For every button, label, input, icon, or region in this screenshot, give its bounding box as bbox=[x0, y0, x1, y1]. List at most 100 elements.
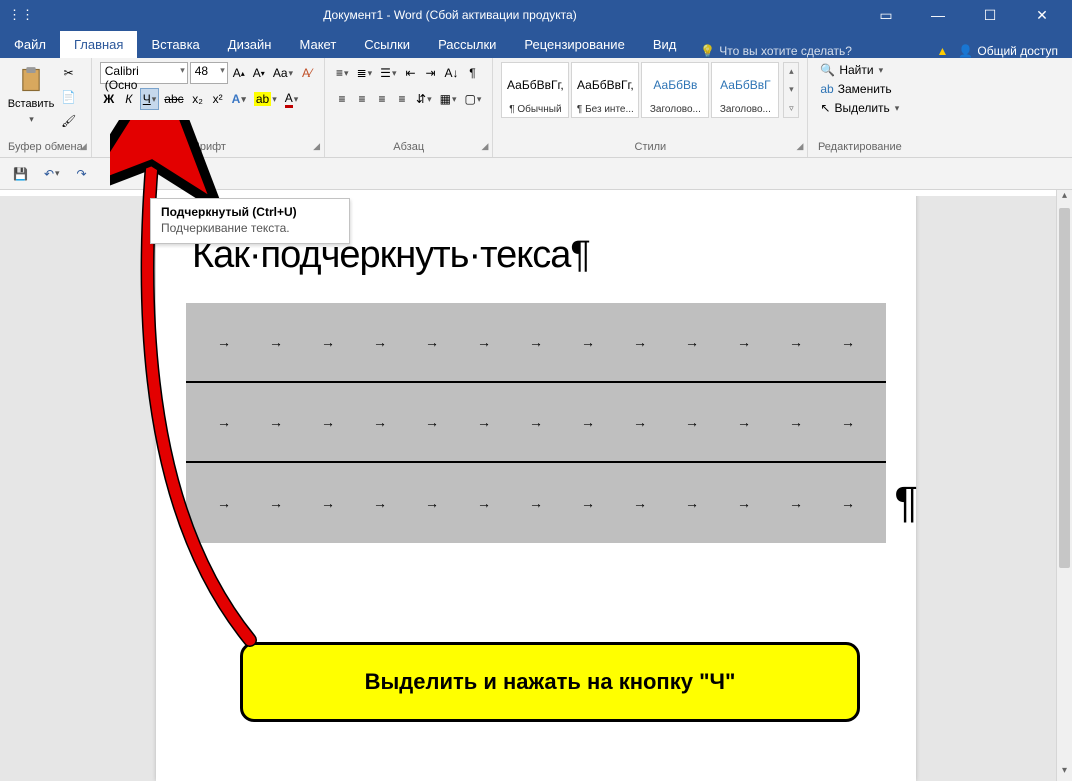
style-heading1[interactable]: АаБбВвЗаголово... bbox=[641, 62, 709, 118]
instruction-callout: Выделить и нажать на кнопку "Ч" bbox=[240, 642, 860, 722]
vertical-scrollbar[interactable]: ▴ ▾ bbox=[1056, 190, 1072, 781]
group-label: Редактирование bbox=[816, 139, 903, 155]
decrease-indent-button[interactable]: ⇤ bbox=[401, 62, 419, 84]
ribbon-options-icon[interactable]: ▭ bbox=[866, 7, 906, 24]
share-icon: 👤 bbox=[958, 44, 973, 58]
change-case-button[interactable]: Aa▾ bbox=[270, 62, 296, 84]
paste-button[interactable]: Вставить ▾ bbox=[8, 62, 54, 128]
grow-font-button[interactable]: A▴ bbox=[230, 62, 248, 84]
maximize-button[interactable]: ☐ bbox=[970, 7, 1010, 24]
line-spacing-button[interactable]: ⇵▾ bbox=[413, 88, 435, 110]
tab-home[interactable]: Главная bbox=[60, 31, 137, 58]
font-color-button[interactable]: A▾ bbox=[282, 88, 302, 110]
tab-view[interactable]: Вид bbox=[639, 31, 691, 58]
align-center-button[interactable]: ≡ bbox=[353, 88, 371, 110]
table-row[interactable]: →→→→→→→→→→→→→ bbox=[186, 303, 886, 383]
app-menu-icon[interactable]: ⋮⋮ bbox=[8, 7, 34, 23]
clear-formatting-button[interactable]: A⁄ bbox=[298, 62, 316, 84]
tell-me-search[interactable]: 💡 Что вы хотите сделать? bbox=[700, 44, 852, 58]
borders-button[interactable]: ▢▾ bbox=[462, 88, 485, 110]
window-title: Документ1 - Word (Сбой активации продукт… bbox=[34, 8, 866, 22]
group-paragraph: ≡▾ ≣▾ ☰▾ ⇤ ⇥ A↓ ¶ ≡ ≡ ≡ ≡ ⇵▾ ▦▾ ▢▾ Абзац… bbox=[325, 58, 493, 157]
gallery-up-icon[interactable]: ▴ bbox=[789, 66, 794, 77]
table-row[interactable]: →→→→→→→→→→→→→ bbox=[186, 383, 886, 463]
replace-icon: ab bbox=[820, 82, 833, 96]
tab-insert[interactable]: Вставка bbox=[137, 31, 213, 58]
warning-icon[interactable]: ▲ bbox=[937, 44, 949, 58]
tab-mailings[interactable]: Рассылки bbox=[424, 31, 510, 58]
strikethrough-button[interactable]: abc bbox=[161, 88, 186, 110]
style-heading2[interactable]: АаБбВвГЗаголово... bbox=[711, 62, 779, 118]
underline-tooltip: Подчеркнутый (Ctrl+U) Подчеркивание текс… bbox=[150, 198, 350, 244]
subscript-button[interactable]: x₂ bbox=[189, 88, 207, 110]
highlight-button[interactable]: ab▾ bbox=[251, 88, 280, 110]
font-size-combo[interactable]: 48 bbox=[190, 62, 228, 84]
pilcrow-mark: ¶ bbox=[894, 478, 918, 528]
ribbon: Вставить ▾ ✂ 📄 🖌 Буфер обмена◢ Calibri (… bbox=[0, 58, 1072, 158]
scroll-up-icon[interactable]: ▴ bbox=[1057, 190, 1072, 206]
title-bar: ⋮⋮ Документ1 - Word (Сбой активации прод… bbox=[0, 0, 1072, 30]
group-label: Абзац◢ bbox=[333, 139, 484, 155]
group-label: Стили◢ bbox=[501, 139, 799, 155]
gallery-down-icon[interactable]: ▾ bbox=[789, 84, 794, 95]
styles-gallery[interactable]: АаБбВвГг,¶ Обычный АаБбВвГг,¶ Без инте..… bbox=[501, 62, 779, 118]
underline-button[interactable]: Ч▾ bbox=[140, 88, 160, 110]
ribbon-tabs: Файл Главная Вставка Дизайн Макет Ссылки… bbox=[0, 30, 1072, 58]
group-font: Calibri (Осно 48 A▴ A▾ Aa▾ A⁄ Ж К Ч▾ abc… bbox=[92, 58, 325, 157]
undo-button[interactable]: ↶▾ bbox=[41, 163, 63, 185]
chevron-down-icon: ▾ bbox=[29, 114, 34, 125]
selected-table[interactable]: →→→→→→→→→→→→→ →→→→→→→→→→→→→ →→→→→→→→→→→→… bbox=[186, 303, 886, 543]
scroll-down-icon[interactable]: ▾ bbox=[1057, 765, 1072, 781]
copy-button[interactable]: 📄 bbox=[58, 86, 79, 108]
tooltip-title: Подчеркнутый (Ctrl+U) bbox=[161, 205, 339, 219]
close-button[interactable]: ✕ bbox=[1022, 7, 1062, 24]
search-icon: 🔍 bbox=[820, 63, 835, 77]
tab-design[interactable]: Дизайн bbox=[214, 31, 286, 58]
table-row[interactable]: →→→→→→→→→→→→→ ¶ bbox=[186, 463, 886, 543]
style-normal[interactable]: АаБбВвГг,¶ Обычный bbox=[501, 62, 569, 118]
redo-button[interactable]: ↷ bbox=[73, 163, 91, 185]
sort-button[interactable]: A↓ bbox=[441, 62, 461, 84]
justify-button[interactable]: ≡ bbox=[393, 88, 411, 110]
cut-button[interactable]: ✂ bbox=[58, 62, 79, 84]
minimize-button[interactable]: — bbox=[918, 7, 958, 23]
dialog-launcher-icon[interactable]: ◢ bbox=[796, 141, 803, 152]
dialog-launcher-icon[interactable]: ◢ bbox=[481, 141, 488, 152]
increase-indent-button[interactable]: ⇥ bbox=[421, 62, 439, 84]
superscript-button[interactable]: x² bbox=[209, 88, 227, 110]
select-button[interactable]: ↖Выделить▾ bbox=[816, 100, 903, 116]
tab-review[interactable]: Рецензирование bbox=[510, 31, 638, 58]
find-button[interactable]: 🔍Найти▾ bbox=[816, 62, 903, 78]
tab-file[interactable]: Файл bbox=[0, 31, 60, 58]
dialog-launcher-icon[interactable]: ◢ bbox=[313, 141, 320, 152]
quick-access-toolbar: 💾 ↶▾ ↷ bbox=[0, 158, 1072, 190]
style-no-spacing[interactable]: АаБбВвГг,¶ Без инте... bbox=[571, 62, 639, 118]
save-button[interactable]: 💾 bbox=[10, 163, 31, 185]
tooltip-body: Подчеркивание текста. bbox=[161, 221, 339, 235]
group-label: Шрифт◢ bbox=[100, 139, 316, 155]
group-styles: АаБбВвГг,¶ Обычный АаБбВвГг,¶ Без инте..… bbox=[493, 58, 808, 157]
shrink-font-button[interactable]: A▾ bbox=[250, 62, 268, 84]
share-button[interactable]: 👤 Общий доступ bbox=[958, 44, 1058, 58]
lightbulb-icon: 💡 bbox=[700, 44, 715, 58]
group-clipboard: Вставить ▾ ✂ 📄 🖌 Буфер обмена◢ bbox=[0, 58, 92, 157]
group-editing: 🔍Найти▾ abЗаменить ↖Выделить▾ Редактиров… bbox=[808, 58, 911, 157]
shading-button[interactable]: ▦▾ bbox=[437, 88, 460, 110]
tab-references[interactable]: Ссылки bbox=[350, 31, 424, 58]
tab-layout[interactable]: Макет bbox=[285, 31, 350, 58]
replace-button[interactable]: abЗаменить bbox=[816, 81, 903, 97]
align-right-button[interactable]: ≡ bbox=[373, 88, 391, 110]
multilevel-button[interactable]: ☰▾ bbox=[377, 62, 399, 84]
gallery-more-icon[interactable]: ▿ bbox=[789, 103, 794, 114]
group-label: Буфер обмена◢ bbox=[8, 139, 83, 155]
numbering-button[interactable]: ≣▾ bbox=[354, 62, 376, 84]
scroll-thumb[interactable] bbox=[1059, 208, 1070, 568]
dialog-launcher-icon[interactable]: ◢ bbox=[80, 141, 87, 152]
bullets-button[interactable]: ≡▾ bbox=[333, 62, 352, 84]
text-effects-button[interactable]: A▾ bbox=[229, 88, 249, 110]
format-painter-button[interactable]: 🖌 bbox=[58, 110, 79, 132]
cursor-icon: ↖ bbox=[820, 101, 830, 115]
align-left-button[interactable]: ≡ bbox=[333, 88, 351, 110]
show-marks-button[interactable]: ¶ bbox=[463, 62, 481, 84]
font-name-combo[interactable]: Calibri (Осно bbox=[100, 62, 188, 84]
